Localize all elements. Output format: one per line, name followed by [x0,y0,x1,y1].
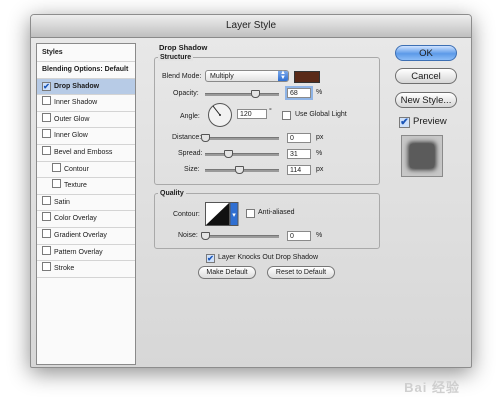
spread-label: Spread: [178,150,203,157]
sidebar-item-label: Gradient Overlay [54,231,107,239]
watermark: Bai 经验 [404,380,460,395]
sidebar-item-label: Inner Shadow [54,99,98,107]
color-overlay-checkbox[interactable] [42,212,51,222]
noise-slider-track[interactable] [205,235,279,238]
angle-label: Angle: [180,113,200,120]
use-global-light-label: Use Global Light [295,111,347,118]
sidebar-item-label: Texture [64,182,87,190]
spread-slider-track[interactable] [205,153,279,156]
sidebar-item-label: Inner Glow [54,132,88,140]
opacity-slider-track[interactable] [205,93,279,96]
contour-picker[interactable]: ▾ [205,202,239,226]
dialog-title: Layer Style [31,15,471,38]
sidebar-item-outer-glow[interactable]: Outer Glow [37,112,135,129]
angle-field[interactable]: 120 [237,109,267,119]
sidebar-item-stroke[interactable]: Stroke [37,261,135,278]
noise-label: Noise: [178,232,198,239]
dropdown-arrow-icon: ▾ [232,211,236,219]
size-slider-knob[interactable] [235,166,245,174]
sidebar-item-color-overlay[interactable]: Color Overlay [37,211,135,228]
cancel-button[interactable]: Cancel [395,68,457,84]
inner-shadow-checkbox[interactable] [42,96,51,106]
anti-aliased-label: Anti-aliased [258,209,295,216]
structure-heading: Structure [158,54,194,61]
use-global-light-checkbox[interactable] [282,111,291,120]
sidebar-item-satin[interactable]: Satin [37,195,135,212]
satin-checkbox[interactable] [42,195,51,205]
drop-shadow-checkbox[interactable]: ✔ [42,81,51,91]
quality-heading: Quality [158,190,186,197]
sidebar-item-blending-options[interactable]: Blending Options: Default [37,62,135,79]
noise-field[interactable]: 0 [287,231,311,241]
sidebar-item-contour[interactable]: Contour [37,162,135,179]
sidebar-item-texture[interactable]: Texture [37,178,135,195]
preview-label: Preview [413,116,447,127]
opacity-field[interactable]: 68 [287,88,311,98]
gradient-overlay-checkbox[interactable] [42,228,51,238]
shadow-color-swatch[interactable] [294,71,320,83]
size-field[interactable]: 114 [287,165,311,175]
distance-slider-knob[interactable] [201,134,210,142]
layer-style-dialog: Layer Style Styles Blending Options: Def… [30,14,472,368]
distance-slider-track[interactable] [205,137,279,140]
spread-field[interactable]: 31 [287,149,311,159]
contour-checkbox[interactable] [52,162,61,172]
bevel-and-emboss-checkbox[interactable] [42,145,51,155]
sidebar-item-label: Satin [54,198,70,206]
sidebar-item-pattern-overlay[interactable]: Pattern Overlay [37,245,135,262]
sidebar-item-label: Blending Options: Default [42,66,129,73]
opacity-label: Opacity: [173,90,199,97]
sidebar-item-label: Styles [42,49,63,56]
sidebar-item-label: Drop Shadow [54,82,100,90]
stroke-checkbox[interactable] [42,262,51,272]
blend-mode-value: Multiply [210,73,234,80]
angle-unit: ° [269,108,272,115]
sidebar-item-styles[interactable]: Styles [37,44,135,62]
contour-label: Contour: [173,211,200,218]
inner-glow-checkbox[interactable] [42,129,51,139]
sidebar-item-label: Stroke [54,265,75,273]
outer-glow-checkbox[interactable] [42,112,51,122]
preview-frame [401,135,443,177]
texture-checkbox[interactable] [52,179,61,189]
styles-sidebar: Styles Blending Options: Default ✔ Drop S… [36,43,136,365]
sidebar-item-gradient-overlay[interactable]: Gradient Overlay [37,228,135,245]
sidebar-item-label: Contour [64,165,89,173]
knockout-checkbox[interactable]: ✔ [206,254,215,263]
updown-arrows-icon: ▲ ▼ [278,70,288,81]
quality-group [154,193,380,249]
angle-dial-icon[interactable] [207,102,233,128]
sidebar-item-label: Pattern Overlay [54,248,103,256]
new-style-button[interactable]: New Style... [395,92,457,108]
sidebar-item-label: Color Overlay [54,215,97,223]
distance-field[interactable]: 0 [287,133,311,143]
size-label: Size: [184,166,200,173]
pattern-overlay-checkbox[interactable] [42,245,51,255]
distance-label: Distance: [172,134,202,141]
drop-shadow-heading: Drop Shadow [159,43,208,52]
sidebar-item-inner-glow[interactable]: Inner Glow [37,128,135,145]
size-unit: px [316,166,324,173]
spread-unit: % [316,150,323,157]
blend-mode-label: Blend Mode: [162,73,202,80]
noise-slider-knob[interactable] [201,232,210,240]
spread-slider-knob[interactable] [223,150,233,158]
blend-mode-select[interactable]: Multiply ▲ ▼ [205,70,289,82]
sidebar-item-label: Bevel and Emboss [54,148,113,156]
anti-aliased-checkbox[interactable] [246,209,255,218]
knockout-label: Layer Knocks Out Drop Shadow [218,254,318,261]
sidebar-item-label: Outer Glow [54,115,90,123]
preview-checkbox[interactable]: ✔ [399,117,410,128]
sidebar-item-bevel-and-emboss[interactable]: Bevel and Emboss [37,145,135,162]
make-default-button[interactable]: Make Default [198,266,256,279]
preview-swatch [410,144,434,168]
noise-unit: % [316,232,323,239]
reset-to-default-button[interactable]: Reset to Default [267,266,335,279]
sidebar-item-drop-shadow[interactable]: ✔ Drop Shadow [37,78,135,96]
distance-unit: px [316,134,324,141]
sidebar-item-inner-shadow[interactable]: Inner Shadow [37,95,135,112]
ok-button[interactable]: OK [395,45,457,61]
opacity-unit: % [316,89,323,96]
